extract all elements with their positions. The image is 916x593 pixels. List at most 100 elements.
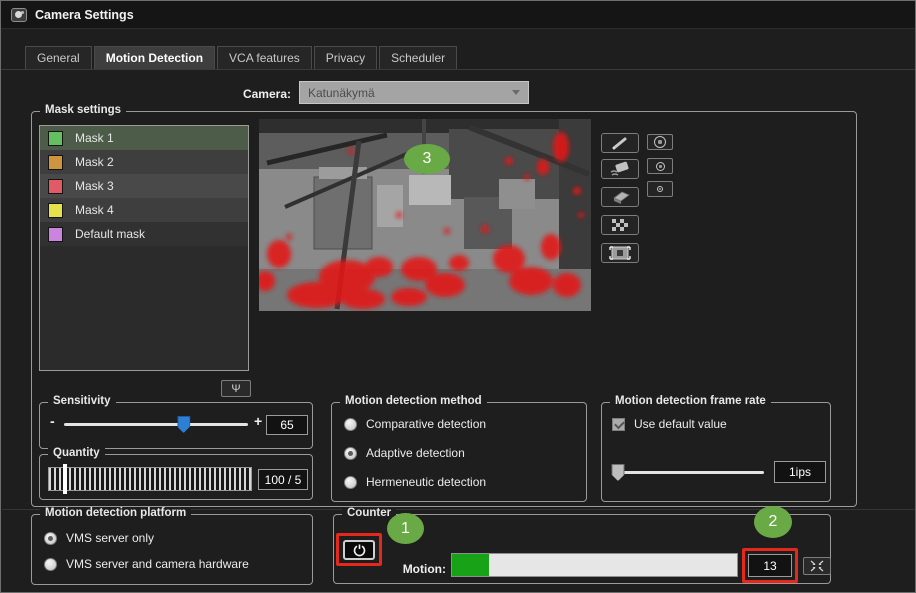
mask-color-swatch [48,131,63,146]
checkbox-label: Use default value [634,417,727,431]
radio-label: VMS server and camera hardware [66,557,249,571]
motion-label: Motion: [376,562,446,576]
frame-rate-title: Motion detection frame rate [610,395,771,407]
quantity-group: Quantity 100 / 5 [39,454,313,500]
radio-hermeneutic-detection[interactable]: Hermeneutic detection [344,475,486,489]
motion-detection-method-group: Motion detection method Comparative dete… [331,402,587,502]
camera-settings-window: Camera Settings General Motion Detection… [0,0,916,593]
tab-privacy[interactable]: Privacy [314,46,377,69]
mask-label: Default mask [75,227,145,241]
quantity-title: Quantity [48,447,105,459]
sensitivity-value: 65 [266,415,308,435]
mask-list[interactable]: Mask 1 Mask 2 Mask 3 Mask 4 Default mask [39,125,249,371]
sensitivity-slider-track[interactable] [64,423,248,426]
mask-list-item-3[interactable]: Mask 3 [40,174,248,198]
radio-label: VMS server only [66,531,154,545]
small-circle-icon [657,186,663,192]
motion-progress-fill [452,554,489,576]
radio-adaptive-detection[interactable]: Adaptive detection [344,446,465,460]
mask-color-swatch [48,203,63,218]
brush-size-medium-button[interactable] [647,158,673,174]
radio-label: Comparative detection [366,417,486,431]
draw-pencil-button[interactable] [601,133,639,153]
mask-color-swatch [48,227,63,242]
platform-title: Motion detection platform [40,507,191,519]
large-circle-icon [654,136,666,148]
tab-motion-detection[interactable]: Motion Detection [94,46,215,69]
tab-vca-features[interactable]: VCA features [217,46,312,69]
frame-rate-value: 1ips [774,461,826,483]
pattern-grid-icon [609,217,631,233]
window-title: Camera Settings [35,8,134,22]
radio-label: Adaptive detection [366,446,465,460]
mask-list-item-2[interactable]: Mask 2 [40,150,248,174]
mask-label: Mask 3 [75,179,114,193]
motion-progress-bar [451,553,738,577]
brush-size-small-button[interactable] [647,181,673,197]
eraser-button[interactable] [601,159,639,179]
radio-comparative-detection[interactable]: Comparative detection [344,417,486,431]
frame-rate-slider-track[interactable] [618,471,764,474]
radio-label: Hermeneutic detection [366,475,486,489]
tab-general[interactable]: General [25,46,92,69]
sensitivity-plus[interactable]: + [254,413,262,429]
radio-icon[interactable] [44,558,57,571]
mask-fork-button[interactable]: Ψ [221,380,251,397]
eraser-icon [608,161,632,177]
tab-underline [1,69,915,70]
camera-app-icon [11,8,27,22]
medium-circle-icon [656,162,665,171]
annotation-highlight-counter-value [742,548,798,583]
clear-mask-button[interactable] [601,187,639,207]
quantity-slider-track[interactable] [48,467,252,491]
snapshot-frame-icon [608,245,632,261]
brush-size-large-button[interactable] [647,134,673,150]
radio-icon[interactable] [344,447,357,460]
mask-settings-title: Mask settings [40,104,126,116]
mask-label: Mask 2 [75,155,114,169]
mask-color-swatch [48,155,63,170]
sensitivity-minus[interactable]: - [50,413,55,429]
sensitivity-title: Sensitivity [48,395,116,407]
motion-detection-frame-rate-group: Motion detection frame rate Use default … [601,402,831,502]
radio-icon[interactable] [344,418,357,431]
camera-label: Camera: [179,87,291,101]
motion-detection-platform-group: Motion detection platform VMS server onl… [31,514,313,585]
radio-icon[interactable] [344,476,357,489]
annotation-badge-1: 1 [387,513,424,544]
board-eraser-icon [608,189,632,205]
annotation-badge-2: 2 [754,506,792,538]
method-title: Motion detection method [340,395,487,407]
camera-select-value: Katunäkymä [308,86,375,100]
mask-label: Mask 4 [75,203,114,217]
counter-reset-button[interactable] [803,557,831,575]
tab-scheduler[interactable]: Scheduler [379,46,457,69]
use-default-value-checkbox-row[interactable]: Use default value [612,417,727,431]
camera-select[interactable]: Katunäkymä [299,81,529,104]
mask-list-item-4[interactable]: Mask 4 [40,198,248,222]
mask-list-item-default[interactable]: Default mask [40,222,248,246]
tuning-fork-icon: Ψ [231,383,240,395]
mask-list-item-1[interactable]: Mask 1 [40,126,248,150]
camera-preview[interactable]: 3 [259,119,591,311]
snapshot-button[interactable] [601,243,639,263]
collapse-arrows-icon [810,560,824,572]
radio-vms-server-and-camera-hardware[interactable]: VMS server and camera hardware [44,557,249,571]
mask-label: Mask 1 [75,131,114,145]
annotation-badge-3: 3 [404,144,450,174]
fill-pattern-button[interactable] [601,215,639,235]
frame-rate-slider-thumb[interactable] [612,464,625,481]
sensitivity-slider-thumb[interactable] [177,416,190,433]
radio-vms-server-only[interactable]: VMS server only [44,531,154,545]
pencil-icon [609,136,631,150]
quantity-value: 100 / 5 [258,469,308,490]
chevron-down-icon [512,90,520,95]
radio-icon[interactable] [44,532,57,545]
checkbox-icon[interactable] [612,418,625,431]
quantity-slider-thumb[interactable] [63,464,67,494]
sensitivity-group: Sensitivity - + 65 [39,402,313,449]
counter-title: Counter [342,507,396,519]
mask-color-swatch [48,179,63,194]
title-bar: Camera Settings [1,1,915,29]
tab-bar: General Motion Detection VCA features Pr… [25,46,459,69]
